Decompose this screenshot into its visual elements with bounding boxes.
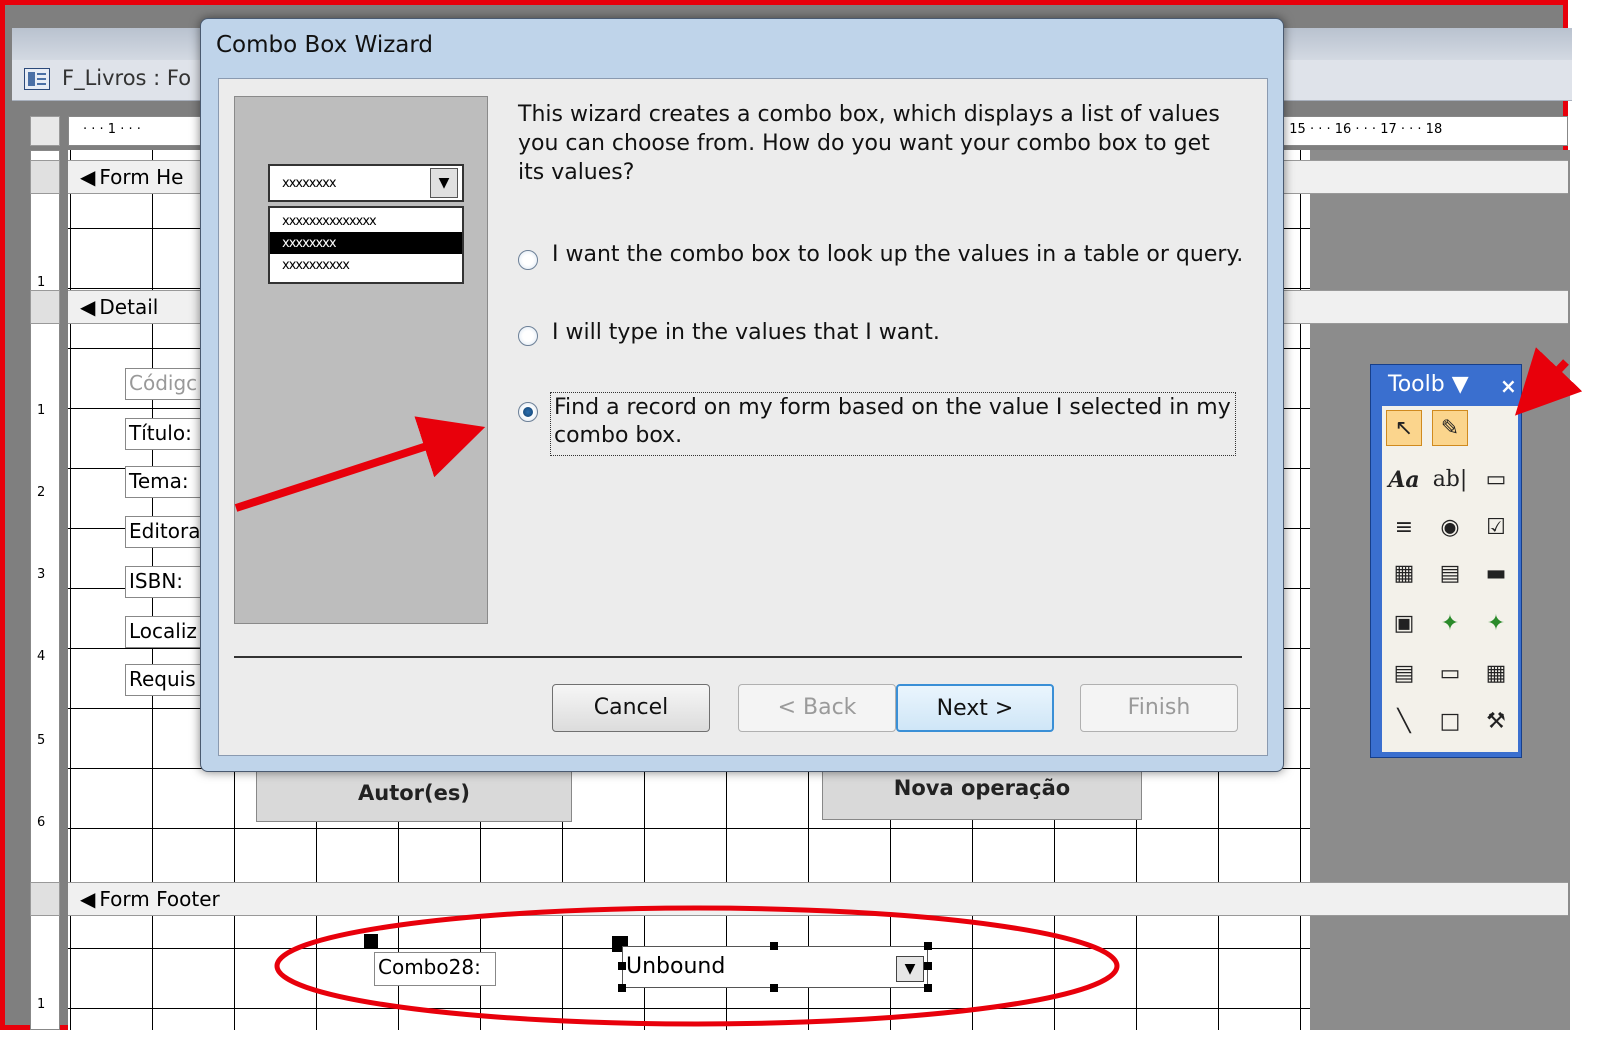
annotation-ellipse (274, 905, 1120, 1027)
annotation-overlay (234, 347, 1583, 1027)
annotation-arrow-right (1514, 347, 1583, 416)
annotation-arrow-left (234, 416, 486, 512)
